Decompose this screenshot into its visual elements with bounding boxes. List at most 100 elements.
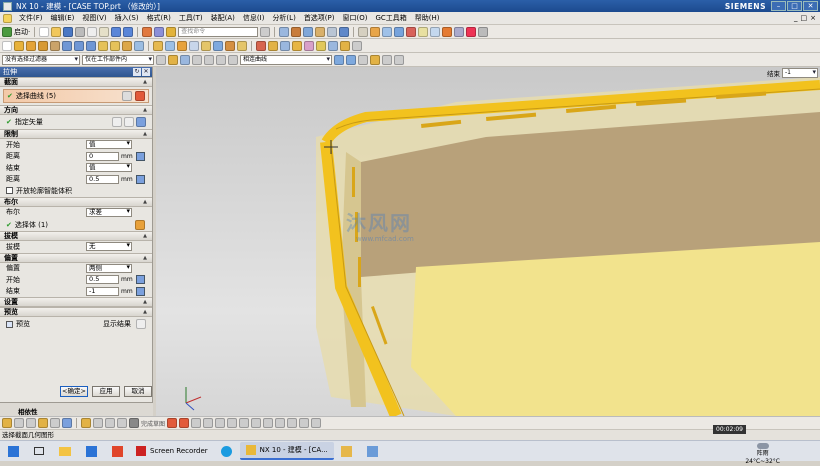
edge-icon[interactable] (217, 443, 237, 459)
more-tools-icon[interactable] (454, 26, 465, 37)
thicken-icon[interactable] (237, 40, 247, 51)
taskbar-nx[interactable]: NX 10 - 建模 - [CA... (239, 442, 334, 460)
sketch-icon[interactable] (466, 26, 477, 37)
tool-icon[interactable] (478, 26, 489, 37)
sketch-tool-icon[interactable] (81, 418, 91, 428)
trim-icon[interactable] (215, 418, 226, 428)
offset-face-icon[interactable] (201, 40, 211, 51)
options-icon[interactable] (382, 54, 392, 65)
view-icon[interactable] (14, 418, 24, 428)
extend-icon[interactable] (227, 418, 238, 428)
distance2-input[interactable]: 0.5 (86, 174, 119, 184)
zoom-icon[interactable] (291, 26, 302, 37)
start-button[interactable]: 启动· (14, 27, 30, 37)
trim-body-icon[interactable] (177, 40, 187, 51)
layer-icon[interactable] (358, 26, 369, 37)
section-header-draft[interactable]: 拔模 (0, 231, 152, 241)
section-header-section[interactable]: 截面 (0, 77, 152, 87)
chain-within-feature-icon[interactable] (358, 54, 368, 65)
show-result-icon[interactable] (136, 319, 146, 329)
new-file-icon[interactable] (39, 26, 50, 37)
selection-icon[interactable] (2, 418, 12, 428)
finish-sketch-icon[interactable] (129, 418, 139, 428)
maximize-button[interactable]: □ (787, 1, 802, 11)
menu-file[interactable]: 文件(F) (15, 13, 47, 23)
close-button[interactable]: ✕ (803, 1, 818, 11)
endpoint-snap-icon[interactable] (192, 54, 202, 65)
weather-widget[interactable]: 阵雨 24°C~32°C (745, 443, 780, 466)
section-header-direction[interactable]: 方向 (0, 105, 152, 115)
window-icon[interactable] (166, 26, 177, 37)
snap-icon[interactable] (38, 418, 48, 428)
mirror-icon[interactable] (165, 40, 175, 51)
split-body-icon[interactable] (189, 40, 199, 51)
taskbar-screen-recorder[interactable]: Screen Recorder (130, 442, 214, 460)
rotate-icon[interactable] (303, 26, 314, 37)
triad-icon[interactable] (26, 418, 36, 428)
offset-start-input[interactable]: 0.5 (86, 275, 119, 285)
menu-gc-toolbox[interactable]: GC工具箱 (371, 13, 410, 23)
subtract-icon[interactable] (74, 40, 84, 51)
ok-button[interactable]: <确定> (60, 386, 88, 397)
hole-icon[interactable] (38, 40, 48, 51)
sync-modeling-icon[interactable] (256, 40, 266, 51)
center-snap-icon[interactable] (216, 54, 226, 65)
offset-end-input[interactable]: -1 (86, 286, 119, 296)
fit-view-icon[interactable] (279, 26, 290, 37)
intersect-icon[interactable] (86, 40, 96, 51)
offset-curve-icon[interactable] (275, 418, 286, 428)
vector-dialog-icon[interactable] (112, 117, 122, 127)
command-search-input[interactable]: 查找命令 (178, 26, 259, 37)
end-dropdown[interactable]: 值 (86, 163, 132, 173)
menu-insert[interactable]: 插入(S) (111, 13, 143, 23)
distance1-options-icon[interactable] (136, 151, 145, 161)
quadrant-snap-icon[interactable] (228, 54, 238, 65)
more-filter-icon[interactable] (394, 54, 404, 65)
menu-preferences[interactable]: 首选项(P) (300, 13, 339, 23)
curve-rule-dropdown[interactable]: 相连曲线 (240, 54, 332, 65)
vector-options-icon[interactable] (136, 117, 146, 127)
section-header-limits[interactable]: 限制 (0, 129, 152, 139)
gc-tool-icon[interactable] (442, 26, 453, 37)
undo-icon[interactable] (111, 26, 122, 37)
polyline-icon[interactable] (179, 418, 190, 428)
save-icon[interactable] (63, 26, 74, 37)
constraint-icon[interactable] (239, 418, 250, 428)
grid-icon[interactable] (62, 418, 72, 428)
repeat-command-icon[interactable] (142, 26, 153, 37)
profile-icon[interactable] (93, 418, 103, 428)
delete-face-icon[interactable] (292, 40, 302, 51)
select-curve-row[interactable]: ✔ 选择曲线 (5) (3, 89, 149, 103)
measure-icon[interactable] (418, 26, 429, 37)
stop-at-intersection-icon[interactable] (334, 54, 344, 65)
draft-dropdown[interactable]: 无 (86, 242, 132, 252)
app-menu-icon[interactable] (3, 13, 12, 23)
circle-icon[interactable] (191, 418, 202, 428)
arc-icon[interactable] (117, 418, 127, 428)
selection-scope-dropdown[interactable]: 仅在工作部件内 (82, 54, 154, 65)
line-icon[interactable] (105, 418, 115, 428)
pan-icon[interactable] (315, 26, 326, 37)
midpoint-snap-icon[interactable] (204, 54, 214, 65)
menu-edit[interactable]: 编辑(E) (47, 13, 79, 23)
app-icon[interactable] (81, 443, 101, 459)
copy-icon[interactable] (87, 26, 98, 37)
extrude-icon[interactable] (14, 40, 24, 51)
apply-button[interactable]: 应用 (92, 386, 120, 397)
doc-restore-button[interactable]: □ (801, 14, 808, 22)
pattern-icon[interactable] (153, 40, 163, 51)
orient-view-icon[interactable] (327, 26, 338, 37)
open-file-icon[interactable] (51, 26, 62, 37)
move-face-icon[interactable] (268, 40, 278, 51)
windows-start-icon[interactable] (3, 443, 23, 459)
pattern-face-icon[interactable] (340, 40, 350, 51)
file-explorer-icon[interactable] (55, 443, 75, 459)
cut-icon[interactable] (75, 26, 86, 37)
section-header-preview[interactable]: 预览 (0, 307, 152, 317)
boolean-dropdown[interactable]: 求差 (86, 207, 132, 217)
distance2-options-icon[interactable] (136, 174, 145, 184)
project-curve-icon[interactable] (299, 418, 310, 428)
more-features-icon[interactable] (352, 40, 362, 51)
offset-dropdown[interactable]: 两侧 (86, 263, 132, 273)
menu-format[interactable]: 格式(R) (143, 13, 175, 23)
